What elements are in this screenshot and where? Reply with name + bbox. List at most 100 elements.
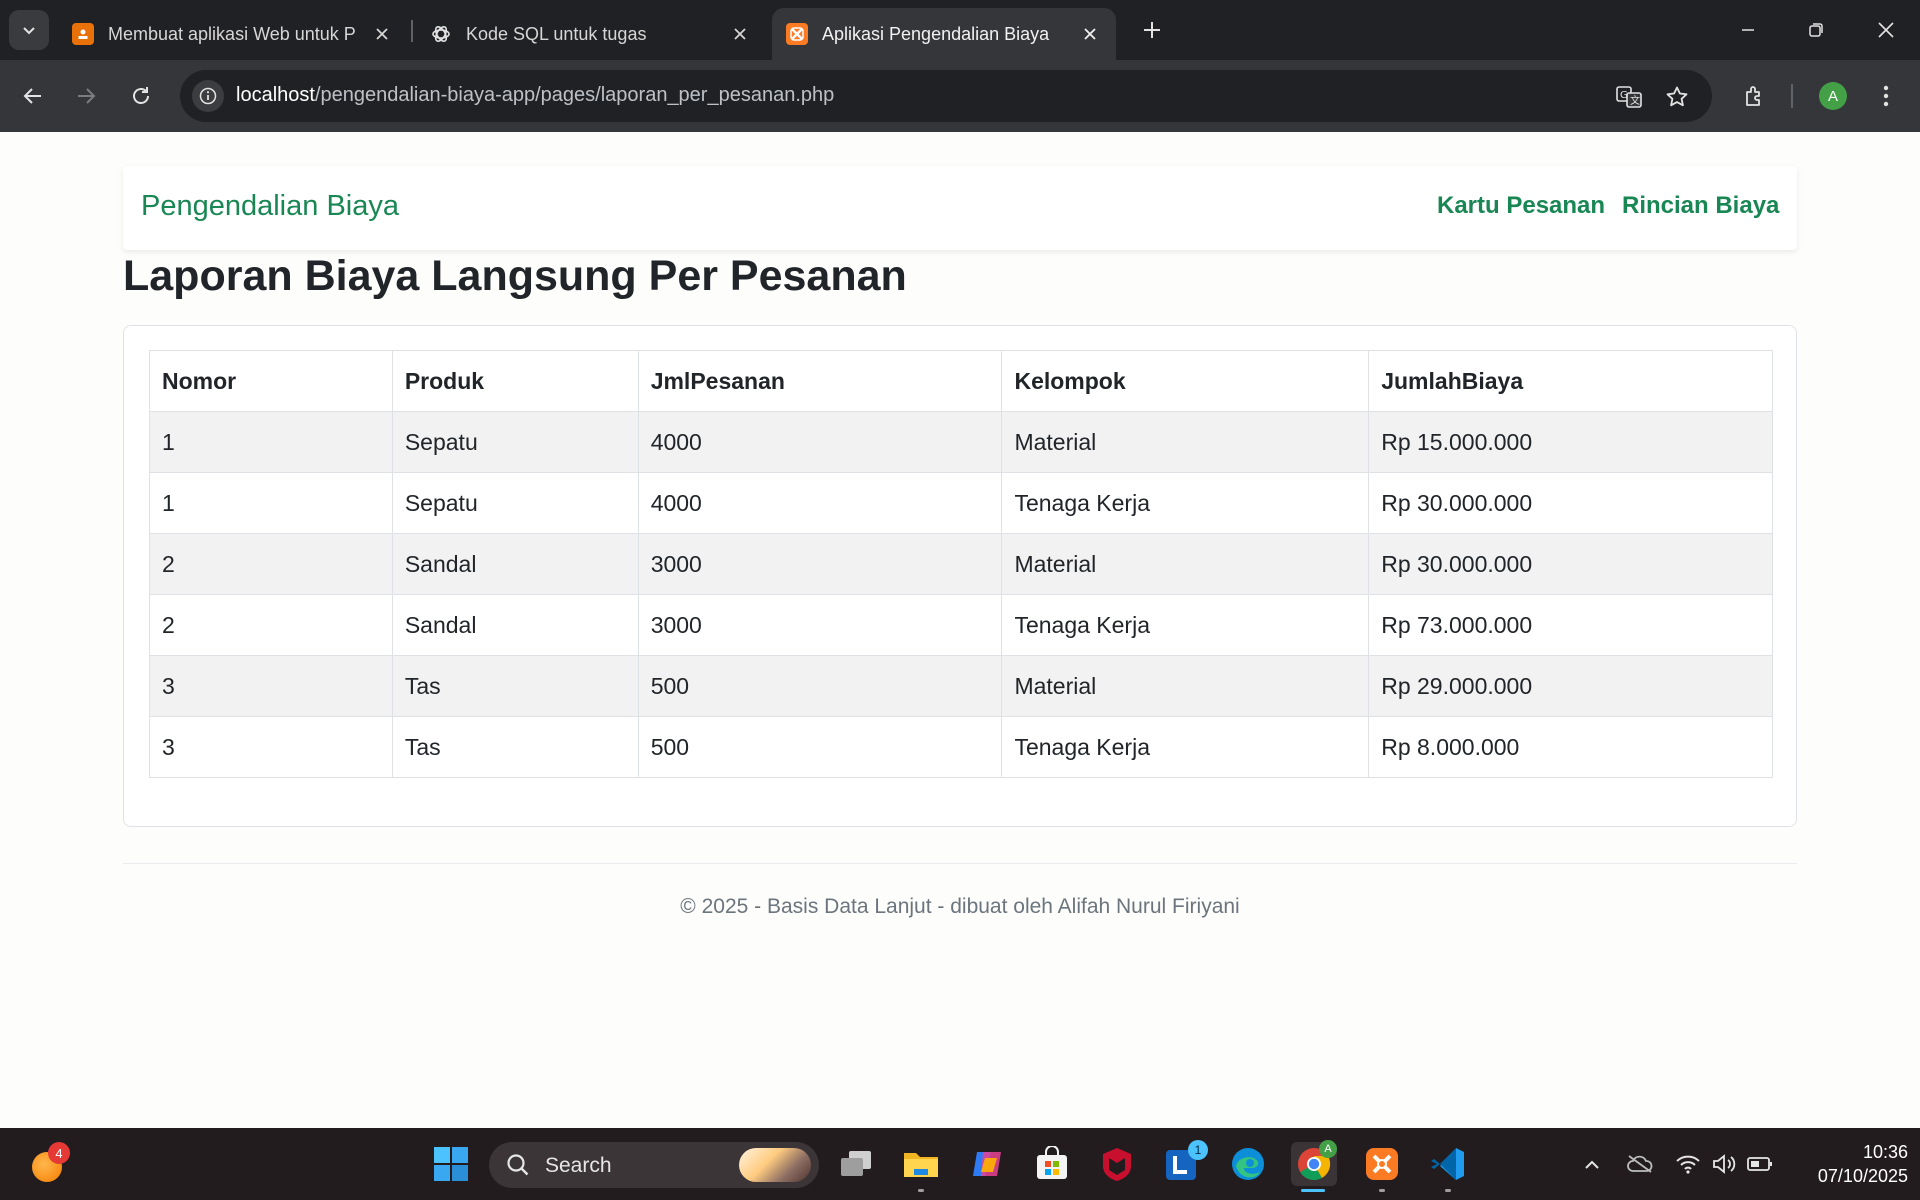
app-l-button[interactable]: 1 — [1160, 1140, 1208, 1186]
nav-link-kartu-pesanan[interactable]: Kartu Pesanan — [1437, 192, 1605, 220]
cell-jumlahbiaya: Rp 29.000.000 — [1368, 655, 1773, 717]
new-tab-button[interactable] — [1136, 14, 1168, 46]
address-bar[interactable]: localhost/pengendalian-biaya-app/pages/l… — [180, 70, 1712, 122]
tab-3-active[interactable]: Aplikasi Pengendalian Biaya — [772, 8, 1116, 60]
close-window-button[interactable] — [1864, 10, 1908, 50]
cell-jmlpesanan: 3000 — [637, 594, 1003, 656]
close-icon[interactable] — [370, 22, 394, 46]
battery-icon[interactable] — [1746, 1150, 1774, 1178]
report-table: Nomor Produk JmlPesanan Kelompok JumlahB… — [149, 350, 1773, 778]
running-indicator — [1445, 1189, 1451, 1192]
cell-kelompok: Tenaga Kerja — [1001, 716, 1370, 778]
url-text[interactable]: localhost/pengendalian-biaya-app/pages/l… — [236, 84, 834, 107]
tab-title: Aplikasi Pengendalian Biaya — [822, 23, 1050, 44]
column-header-jmlpesanan: JmlPesanan — [637, 350, 1003, 412]
nav-link-rincian-biaya[interactable]: Rincian Biaya — [1622, 192, 1779, 220]
xampp-icon — [786, 23, 808, 45]
tab-title: Kode SQL untuk tugas — [466, 23, 647, 44]
system-clock[interactable]: 10:36 07/10/2025 — [1790, 1140, 1908, 1188]
site-navbar: Pengendalian Biaya Kartu Pesanan Rincian… — [123, 166, 1797, 250]
browser-toolbar: localhost/pengendalian-biaya-app/pages/l… — [0, 60, 1920, 132]
close-icon[interactable] — [728, 22, 752, 46]
translate-icon[interactable]: G文 — [1614, 82, 1644, 112]
microsoft-store-button[interactable] — [1030, 1142, 1074, 1186]
edge-button[interactable] — [1226, 1142, 1270, 1186]
search-highlight-art — [739, 1148, 811, 1182]
cell-jumlahbiaya: Rp 73.000.000 — [1368, 594, 1773, 656]
chevron-up-icon[interactable] — [1578, 1150, 1606, 1178]
xampp-button[interactable] — [1360, 1142, 1404, 1192]
file-explorer-button[interactable] — [899, 1142, 943, 1192]
search-icon — [507, 1154, 529, 1176]
cell-produk: Tas — [391, 655, 639, 717]
copilot-icon — [973, 1152, 1001, 1176]
cell-jmlpesanan: 500 — [637, 716, 1003, 778]
chrome-button[interactable]: A — [1291, 1140, 1337, 1192]
table-row: 2 Sandal 3000 Tenaga Kerja Rp 73.000.000 — [149, 594, 1773, 656]
site-info-icon[interactable] — [192, 80, 224, 112]
column-header-jumlahbiaya: JumlahBiaya — [1368, 350, 1773, 412]
table-row: 1 Sepatu 4000 Tenaga Kerja Rp 30.000.000 — [149, 472, 1773, 534]
cell-nomor: 2 — [149, 533, 393, 595]
cell-jmlpesanan: 500 — [637, 655, 1003, 717]
start-button[interactable] — [429, 1142, 473, 1186]
tab-1[interactable]: Membuat aplikasi Web untuk P — [58, 8, 408, 60]
navbar-brand[interactable]: Pengendalian Biaya — [141, 190, 399, 223]
task-view-icon — [841, 1151, 871, 1176]
weather-badge: 4 — [48, 1142, 70, 1164]
cell-jumlahbiaya: Rp 8.000.000 — [1368, 716, 1773, 778]
notification-badge: 1 — [1188, 1140, 1208, 1160]
minimize-button[interactable] — [1726, 10, 1770, 50]
mcafee-button[interactable] — [1095, 1142, 1139, 1186]
cell-kelompok: Material — [1001, 533, 1370, 595]
onedrive-icon[interactable] — [1626, 1150, 1654, 1178]
cell-kelompok: Tenaga Kerja — [1001, 594, 1370, 656]
report-card: Nomor Produk JmlPesanan Kelompok JumlahB… — [123, 325, 1797, 827]
wifi-icon[interactable] — [1674, 1150, 1702, 1178]
windows-taskbar: 4 Search 1 A 10:36 07/10/2025 — [0, 1128, 1920, 1200]
column-header-kelompok: Kelompok — [1001, 350, 1370, 412]
xampp-icon — [1366, 1148, 1398, 1180]
extensions-icon[interactable] — [1735, 76, 1775, 116]
forward-button[interactable] — [66, 76, 106, 116]
reload-button[interactable] — [121, 76, 161, 116]
cell-kelompok: Tenaga Kerja — [1001, 472, 1370, 534]
tab-title: Membuat aplikasi Web untuk P — [108, 23, 356, 44]
chevron-down-icon — [23, 27, 35, 35]
bookmark-star-icon[interactable] — [1662, 82, 1692, 112]
cell-produk: Sandal — [391, 533, 639, 595]
cell-nomor: 3 — [149, 655, 393, 717]
volume-icon[interactable] — [1710, 1150, 1738, 1178]
cell-nomor: 2 — [149, 594, 393, 656]
table-row: 3 Tas 500 Material Rp 29.000.000 — [149, 655, 1773, 717]
task-view-button[interactable] — [834, 1142, 878, 1186]
cell-jmlpesanan: 4000 — [637, 472, 1003, 534]
profile-avatar[interactable]: A — [1819, 82, 1847, 110]
cell-jumlahbiaya: Rp 15.000.000 — [1368, 411, 1773, 473]
mcafee-shield-icon — [1103, 1148, 1131, 1181]
weather-widget[interactable]: 4 — [30, 1142, 70, 1184]
cell-jmlpesanan: 4000 — [637, 411, 1003, 473]
cell-kelompok: Material — [1001, 411, 1370, 473]
vscode-button[interactable] — [1426, 1142, 1470, 1192]
cell-jumlahbiaya: Rp 30.000.000 — [1368, 533, 1773, 595]
tab-search-button[interactable] — [9, 10, 49, 50]
taskbar-search[interactable]: Search — [489, 1142, 819, 1188]
menu-kebab-icon[interactable] — [1866, 76, 1906, 116]
active-indicator — [1301, 1189, 1325, 1192]
footer-copyright: © 2025 - Basis Data Lanjut - dibuat oleh… — [680, 895, 1240, 918]
search-label: Search — [545, 1154, 612, 1177]
arrow-left-icon — [23, 88, 41, 104]
windows-logo-icon — [434, 1147, 468, 1181]
restore-button[interactable] — [1794, 10, 1838, 50]
table-row: 3 Tas 500 Tenaga Kerja Rp 8.000.000 — [149, 716, 1773, 778]
close-icon — [1878, 22, 1894, 38]
tab-2[interactable]: Kode SQL untuk tugas — [416, 8, 766, 60]
openai-icon — [430, 23, 452, 45]
close-icon[interactable] — [1078, 22, 1102, 46]
copilot-button[interactable] — [965, 1142, 1009, 1186]
edge-icon — [1232, 1148, 1264, 1180]
back-button[interactable] — [13, 76, 53, 116]
svg-text:文: 文 — [1630, 94, 1640, 107]
table-row: 1 Sepatu 4000 Material Rp 15.000.000 — [149, 411, 1773, 473]
